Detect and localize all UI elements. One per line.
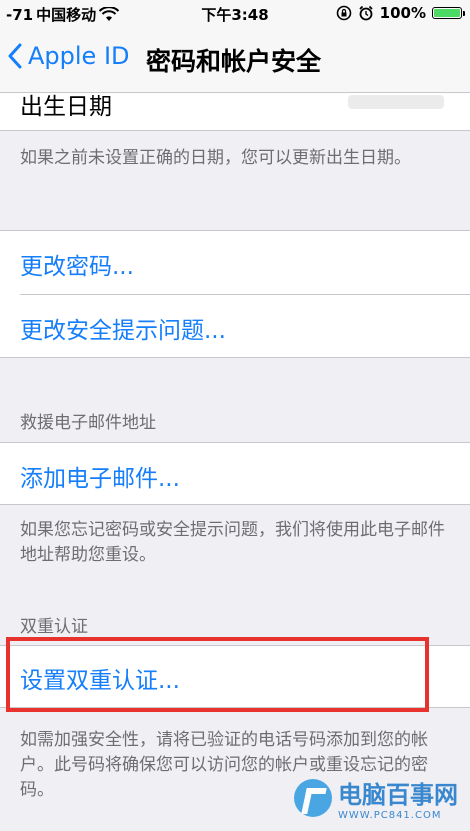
birthday-row[interactable]: 出生日期 <box>0 93 470 130</box>
change-security-questions-link[interactable]: 更改安全提示问题... <box>20 311 226 345</box>
rotation-lock-icon <box>336 5 351 21</box>
watermark-url: WWW.PC841.COM <box>338 810 442 821</box>
change-password-row[interactable]: 更改密码... <box>0 231 470 294</box>
watermark-name: 电脑百事网 <box>338 781 458 809</box>
change-security-questions-row[interactable]: 更改安全提示问题... <box>0 295 470 358</box>
watermark: 电脑百事网 WWW.PC841.COM <box>294 775 458 821</box>
add-email-row[interactable]: 添加电子邮件... <box>0 442 470 505</box>
rescue-email-header: 救援电子邮件地址 <box>20 413 156 433</box>
highlight-box <box>6 637 429 712</box>
password-group: 更改密码... 更改安全提示问题... <box>0 230 470 358</box>
change-password-link[interactable]: 更改密码... <box>20 247 134 281</box>
watermark-logo-icon <box>294 779 332 817</box>
back-button[interactable]: Apple ID <box>8 42 130 70</box>
divider <box>0 130 470 131</box>
birthday-label: 出生日期 <box>20 94 112 120</box>
status-right: 100% <box>336 4 465 22</box>
back-label: Apple ID <box>28 42 130 70</box>
navigation-bar: Apple ID 密码和帐户安全 <box>0 26 470 93</box>
two-factor-header: 双重认证 <box>20 617 88 637</box>
alarm-icon <box>359 5 373 21</box>
battery-icon <box>432 7 465 19</box>
birthday-value-blurred <box>348 95 444 109</box>
rescue-email-footer: 如果您忘记密码或安全提示问题，我们将使用此电子邮件地址帮助您重设。 <box>20 520 445 565</box>
status-bar: -71 中国移动 下午3:48 100% <box>0 0 470 26</box>
page-title: 密码和帐户安全 <box>146 47 322 76</box>
battery-percent: 100% <box>379 4 426 22</box>
chevron-left-icon <box>8 43 22 69</box>
add-email-link[interactable]: 添加电子邮件... <box>20 459 180 493</box>
birthday-footer: 如果之前未设置正确的日期，您可以更新出生日期。 <box>20 148 411 168</box>
battery-fill <box>434 9 460 17</box>
watermark-text: 电脑百事网 WWW.PC841.COM <box>338 775 458 821</box>
